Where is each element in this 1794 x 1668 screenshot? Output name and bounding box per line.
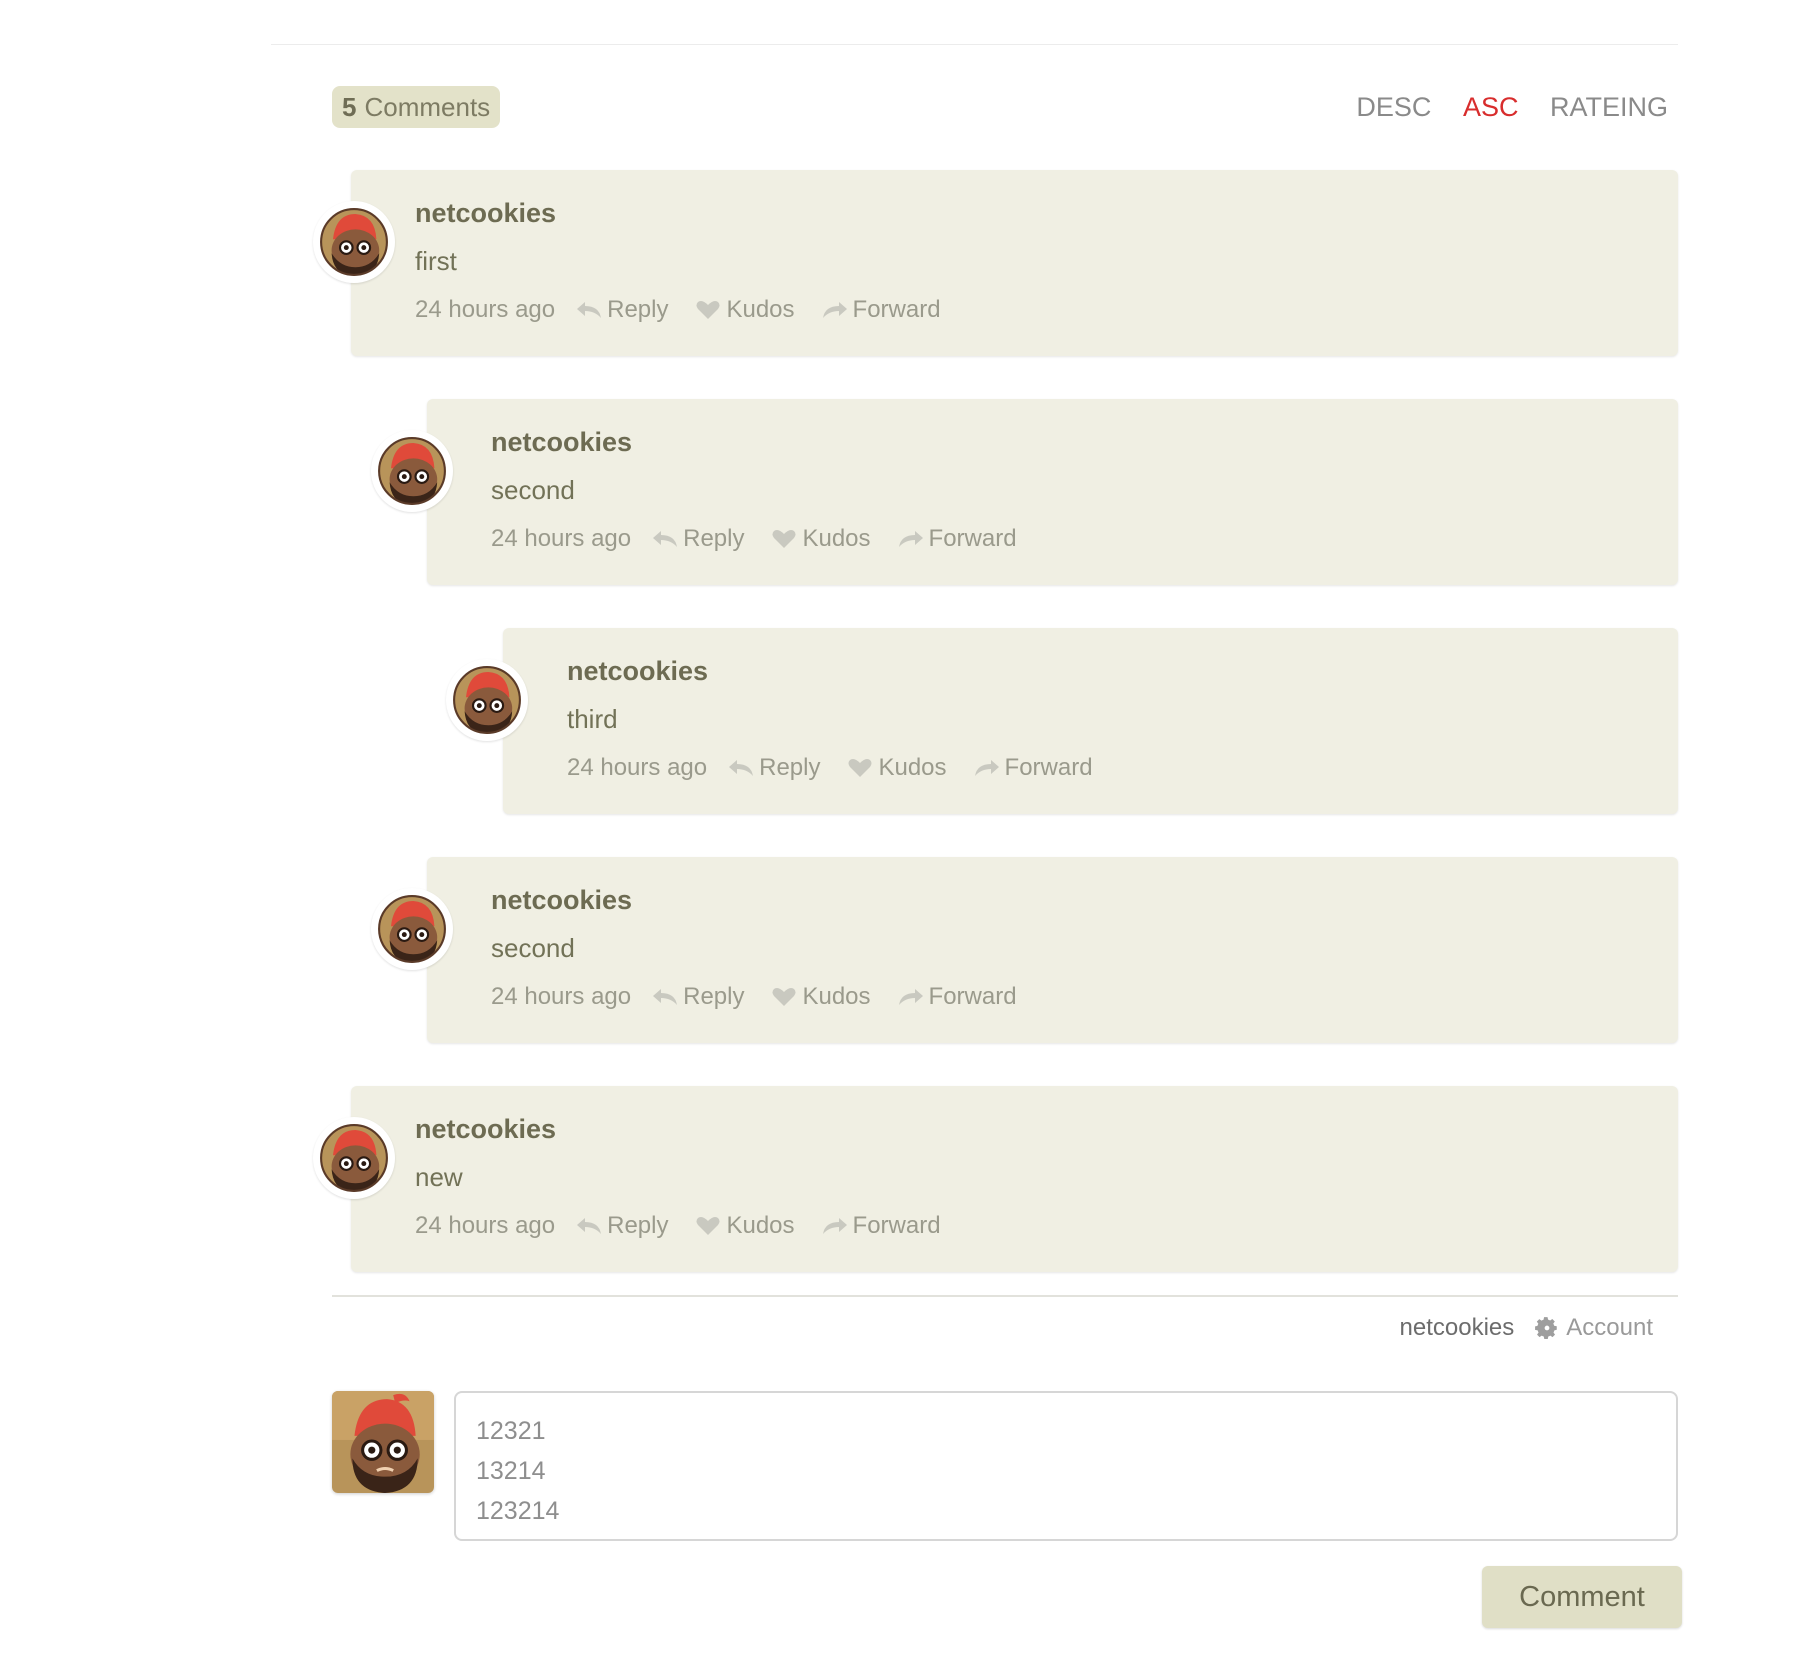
reply-icon xyxy=(653,989,678,1005)
comment-timestamp: 24 hours ago xyxy=(491,525,632,552)
commenter-avatar-image xyxy=(320,1124,388,1192)
reply-label: Reply xyxy=(759,754,821,781)
account-link[interactable]: Account xyxy=(1566,1314,1653,1342)
heart-icon xyxy=(772,988,796,1006)
forward-button[interactable]: Forward xyxy=(821,296,941,324)
reply-button[interactable]: Reply xyxy=(651,525,744,553)
forward-icon xyxy=(822,1218,847,1234)
comment-text: second xyxy=(491,475,575,505)
kudos-button[interactable]: Kudos xyxy=(846,754,947,782)
comment-text: second xyxy=(491,933,575,963)
reply-button[interactable]: Reply xyxy=(575,1212,668,1240)
gear-icon[interactable] xyxy=(1534,1315,1560,1341)
comment-text: new xyxy=(415,1162,463,1192)
comment-author[interactable]: netcookies xyxy=(491,427,632,458)
reply-icon xyxy=(653,531,678,547)
user-avatar-image xyxy=(332,1391,434,1493)
forward-button[interactable]: Forward xyxy=(897,525,1017,553)
reply-button[interactable]: Reply xyxy=(575,296,668,324)
comment-author[interactable]: netcookies xyxy=(491,885,632,916)
kudos-label: Kudos xyxy=(802,983,871,1010)
comment-textarea[interactable]: 12321 13214 123214 xyxy=(454,1391,1678,1541)
forward-label: Forward xyxy=(928,983,1017,1010)
forward-icon xyxy=(898,531,923,547)
heart-icon xyxy=(696,1217,720,1235)
forward-button[interactable]: Forward xyxy=(821,1212,941,1240)
kudos-button[interactable]: Kudos xyxy=(694,1212,795,1240)
comment-timestamp: 24 hours ago xyxy=(491,983,632,1010)
sort-rating-link[interactable]: RATEING xyxy=(1550,92,1668,122)
kudos-label: Kudos xyxy=(726,296,795,323)
forward-icon xyxy=(974,760,999,776)
top-divider xyxy=(271,44,1678,45)
sort-asc-link[interactable]: ASC xyxy=(1463,92,1519,122)
comment-timestamp: 24 hours ago xyxy=(415,296,556,323)
comment-actions: 24 hours ago Reply Kudos Forward xyxy=(415,1212,967,1240)
comment-timestamp: 24 hours ago xyxy=(415,1212,556,1239)
heart-icon xyxy=(848,759,872,777)
comment-submit-button[interactable]: Comment xyxy=(1482,1566,1682,1628)
comment-text: first xyxy=(415,246,457,276)
bottom-divider xyxy=(332,1295,1678,1297)
comment-author[interactable]: netcookies xyxy=(415,198,556,229)
account-bar: netcookies Account xyxy=(1400,1314,1653,1342)
commenter-avatar xyxy=(313,1117,395,1199)
commenter-avatar-image xyxy=(320,208,388,276)
commenter-avatar-image xyxy=(453,666,521,734)
comment-author[interactable]: netcookies xyxy=(415,1114,556,1145)
forward-button[interactable]: Forward xyxy=(897,983,1017,1011)
forward-label: Forward xyxy=(1004,754,1093,781)
reply-label: Reply xyxy=(683,983,745,1010)
comments-label: Comments xyxy=(364,92,491,122)
kudos-label: Kudos xyxy=(726,1212,795,1239)
heart-icon xyxy=(772,530,796,548)
comment-author[interactable]: netcookies xyxy=(567,656,708,687)
reply-label: Reply xyxy=(683,525,745,552)
kudos-label: Kudos xyxy=(802,525,871,552)
reply-button[interactable]: Reply xyxy=(651,983,744,1011)
kudos-button[interactable]: Kudos xyxy=(770,525,871,553)
reply-icon xyxy=(577,302,602,318)
commenter-avatar xyxy=(371,430,453,512)
forward-label: Forward xyxy=(852,1212,941,1239)
comment-count: 5 xyxy=(342,92,357,122)
kudos-label: Kudos xyxy=(878,754,947,781)
comment-actions: 24 hours ago Reply Kudos Forward xyxy=(491,983,1043,1011)
forward-button[interactable]: Forward xyxy=(973,754,1093,782)
forward-label: Forward xyxy=(852,296,941,323)
forward-icon xyxy=(898,989,923,1005)
commenter-avatar xyxy=(446,659,528,741)
reply-button[interactable]: Reply xyxy=(727,754,820,782)
kudos-button[interactable]: Kudos xyxy=(770,983,871,1011)
reply-icon xyxy=(729,760,754,776)
heart-icon xyxy=(696,301,720,319)
commenter-avatar-image xyxy=(378,895,446,963)
comment-actions: 24 hours ago Reply Kudos Forward xyxy=(567,754,1119,782)
current-user-avatar xyxy=(332,1391,434,1493)
commenter-avatar xyxy=(313,201,395,283)
reply-label: Reply xyxy=(607,296,669,323)
comment-timestamp: 24 hours ago xyxy=(567,754,708,781)
comment-count-badge: 5 Comments xyxy=(332,86,501,128)
forward-icon xyxy=(822,302,847,318)
comment-actions: 24 hours ago Reply Kudos Forward xyxy=(415,296,967,324)
comment-text: third xyxy=(567,704,618,734)
forward-label: Forward xyxy=(928,525,1017,552)
comment-actions: 24 hours ago Reply Kudos Forward xyxy=(491,525,1043,553)
commenter-avatar-image xyxy=(378,437,446,505)
reply-icon xyxy=(577,1218,602,1234)
sort-options: DESC ASC RATEING xyxy=(1332,88,1668,126)
commenter-avatar xyxy=(371,888,453,970)
current-username: netcookies xyxy=(1399,1314,1515,1341)
reply-label: Reply xyxy=(607,1212,669,1239)
sort-desc-link[interactable]: DESC xyxy=(1356,92,1431,122)
kudos-button[interactable]: Kudos xyxy=(694,296,795,324)
